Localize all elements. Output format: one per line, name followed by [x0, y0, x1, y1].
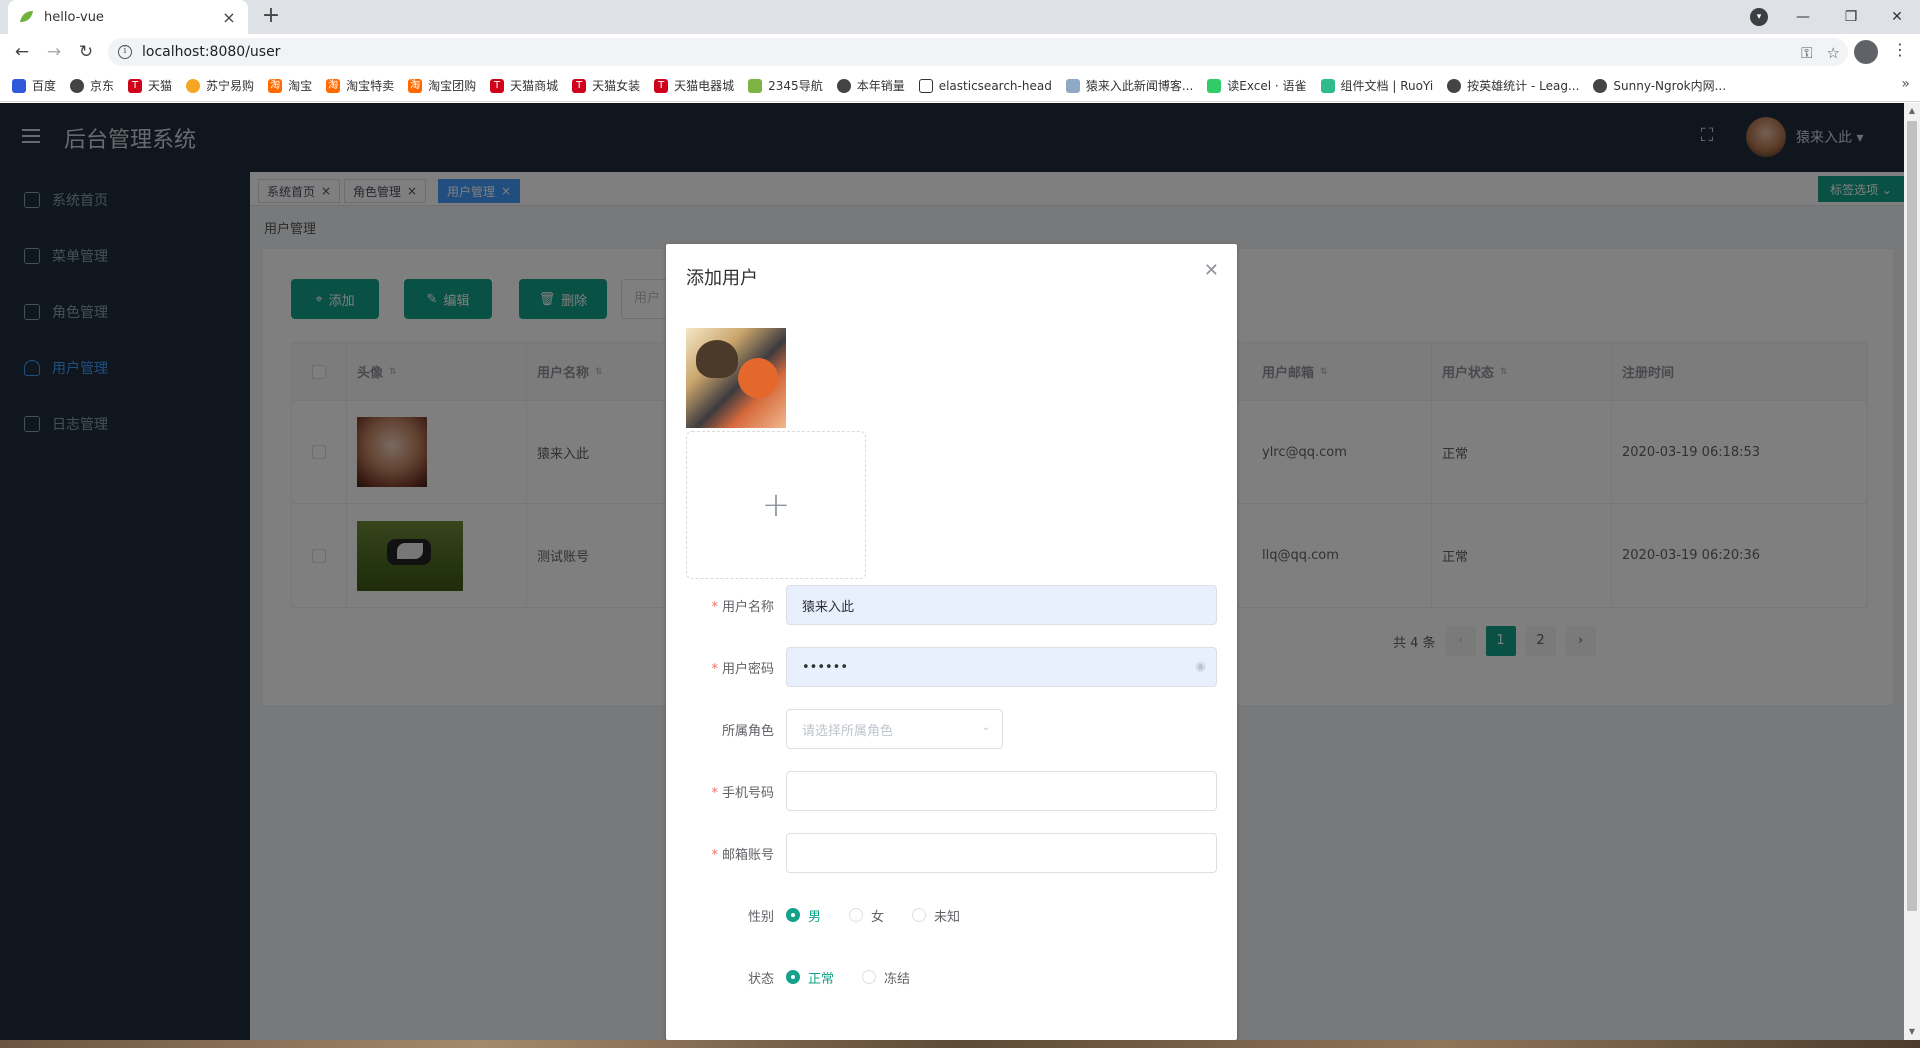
bookmark-item[interactable]: 淘淘宝特卖 [326, 77, 394, 94]
desktop-taskbar-strip [0, 1040, 1920, 1048]
close-tab-icon[interactable]: × [220, 8, 238, 27]
dialog-title: 添加用户 [686, 268, 758, 289]
form-row-email: * 邮箱账号 [686, 833, 1217, 873]
more-bookmarks-icon[interactable]: » [1901, 76, 1910, 92]
suning-icon [186, 78, 201, 93]
bookmark-item[interactable]: 百度 [12, 77, 56, 94]
gender-female-radio[interactable]: 女 [849, 906, 884, 925]
browser-tabstrip: hello-vue × + ▾ — ❐ ✕ [0, 0, 1920, 34]
add-user-dialog: 添加用户 ✕ + * 用户名称 猿来入此 * 用户密码 •••••• ◉ 所属角色 请… [666, 244, 1237, 1040]
gender-radio-group: 男 女 未知 [786, 906, 960, 925]
bookmark-item[interactable]: T 天猫电器城 [654, 77, 734, 94]
key-icon[interactable]: ⚿ [1801, 44, 1812, 62]
form-row-role: 所属角色 请选择所属角色 ⌄ [686, 709, 1003, 749]
scroll-down-icon[interactable]: ▼ [1904, 1024, 1920, 1040]
forward-icon[interactable]: → [42, 40, 66, 64]
form-row-status: 状态 正常 冻结 [686, 957, 910, 997]
profile-dropdown-icon[interactable]: ▾ [1750, 8, 1768, 26]
bookmark-item[interactable]: T 天猫商城 [490, 77, 558, 94]
bookmark-item[interactable]: 2345导航 [748, 77, 823, 94]
bookmark-item[interactable]: 淘淘宝团购 [408, 77, 476, 94]
password-field[interactable]: •••••• ◉ [786, 647, 1217, 687]
site-info-icon[interactable]: i [118, 45, 132, 59]
yuque-icon [1207, 78, 1222, 93]
plus-icon: + [761, 485, 791, 525]
globe-icon [1447, 78, 1462, 93]
taobao-icon: 淘 [408, 78, 423, 93]
form-row-gender: 性别 男 女 未知 [686, 895, 960, 935]
tab-title: hello-vue [44, 9, 104, 25]
star-icon[interactable]: ☆ [1827, 44, 1840, 62]
bookmark-item[interactable]: 猿来入此新闻博客... [1065, 77, 1193, 94]
blog-icon [1065, 78, 1080, 93]
bookmark-item[interactable]: 本年销量 [836, 77, 905, 94]
avatar-upload[interactable]: + [686, 431, 866, 579]
new-tab-button[interactable]: + [258, 4, 284, 30]
bookmark-item[interactable]: 读Excel · 语雀 [1207, 77, 1307, 94]
tmall-icon: T [490, 78, 505, 93]
browser-tab[interactable]: hello-vue × [8, 0, 248, 34]
gender-unknown-radio[interactable]: 未知 [912, 906, 960, 925]
scrollbar-thumb[interactable] [1907, 121, 1917, 911]
reload-icon[interactable]: ↻ [74, 40, 98, 64]
globe-icon [70, 78, 85, 93]
page-scrollbar[interactable]: ▲ ▼ [1904, 103, 1920, 1040]
status-radio-group: 正常 冻结 [786, 968, 910, 987]
bookmark-item[interactable]: 按英雄统计 - Leag... [1447, 77, 1579, 94]
form-row-phone: * 手机号码 [686, 771, 1217, 811]
status-normal-radio[interactable]: 正常 [786, 968, 834, 987]
gender-male-radio[interactable]: 男 [786, 906, 821, 925]
taobao-icon: 淘 [268, 78, 283, 93]
scroll-up-icon[interactable]: ▲ [1904, 103, 1920, 119]
phone-field[interactable] [786, 771, 1217, 811]
bookmark-icon [12, 78, 26, 93]
chevron-down-icon: ⌄ [981, 722, 990, 733]
close-icon[interactable]: ✕ [1204, 260, 1219, 281]
email-field[interactable] [786, 833, 1217, 873]
globe-icon [1593, 78, 1608, 93]
account-avatar-icon[interactable] [1854, 40, 1878, 64]
bookmark-item[interactable]: T 天猫 [128, 77, 172, 94]
tmall-icon: T [654, 78, 669, 93]
bookmark-item[interactable]: elasticsearch-head [918, 78, 1052, 93]
minimize-button[interactable]: — [1780, 0, 1826, 34]
address-bar: ← → ↻ i localhost:8080/user ⚿ ☆ [0, 34, 1920, 70]
bookmark-item[interactable]: 苏宁易购 [186, 77, 254, 94]
role-select[interactable]: 请选择所属角色 ⌄ [786, 709, 1003, 749]
bookmark-item[interactable]: 京东 [70, 77, 114, 94]
status-frozen-radio[interactable]: 冻结 [862, 968, 910, 987]
taobao-icon: 淘 [326, 78, 341, 93]
username-field[interactable]: 猿来入此 [786, 585, 1217, 625]
form-row-password: * 用户密码 •••••• ◉ [686, 647, 1217, 687]
globe-icon [836, 78, 851, 93]
leaf-icon [20, 11, 33, 22]
url-text: localhost:8080/user [142, 44, 281, 60]
eye-icon[interactable]: ◉ [1196, 659, 1206, 673]
restore-button[interactable]: ❐ [1828, 0, 1874, 34]
bookmark-item[interactable]: 组件文档 | RuoYi [1320, 77, 1433, 94]
tmall-icon: T [128, 78, 143, 93]
bookmark-item[interactable]: Sunny-Ngrok内网... [1593, 77, 1726, 94]
form-row-username: * 用户名称 猿来入此 [686, 585, 1217, 625]
browser-menu-icon[interactable]: ⋮ [1892, 40, 1908, 59]
home-icon [748, 78, 763, 93]
back-icon[interactable]: ← [10, 40, 34, 64]
avatar-preview [686, 328, 786, 428]
bookmark-item[interactable]: T 天猫女装 [572, 77, 640, 94]
puzzle-icon [918, 78, 933, 93]
close-window-button[interactable]: ✕ [1874, 0, 1920, 34]
bookmark-item[interactable]: 淘淘宝 [268, 77, 312, 94]
omnibox[interactable]: i localhost:8080/user ⚿ ☆ [108, 38, 1848, 66]
bookmarks-bar: 百度 京东 T 天猫 苏宁易购 淘淘宝 淘淘宝特卖 淘淘宝团购 T 天猫商城 T 天猫… [0, 70, 1920, 102]
tmall-icon: T [572, 78, 587, 93]
ruoyi-icon [1320, 78, 1335, 93]
